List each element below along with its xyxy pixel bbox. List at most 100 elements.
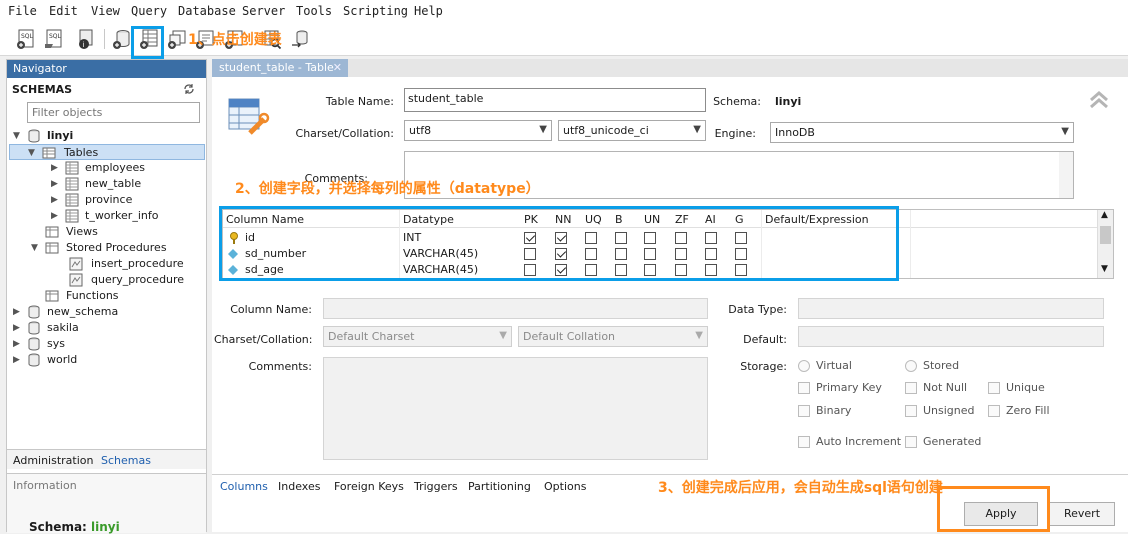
navigator-header: Navigator [7,60,206,78]
tree-label: Tables [64,146,99,159]
menu-help[interactable]: Help [414,4,443,18]
option-label: Auto Increment [816,435,902,448]
collapsed-arrow-icon[interactable]: ▶ [51,163,58,173]
tab-administration[interactable]: Administration [13,454,94,467]
data-type-label: Data Type: [728,303,787,316]
data-type-input[interactable] [798,298,1104,319]
tree-tables[interactable]: ▼ Tables [9,144,205,160]
option-label: Binary [816,404,852,417]
collapsed-arrow-icon[interactable]: ▶ [13,339,20,349]
tab-partitioning[interactable]: Partitioning [468,480,531,493]
default-collation-select[interactable]: Default Collation ▼ [518,326,708,347]
tab-foreign-keys[interactable]: Foreign Keys [334,480,404,493]
collapse-up-icon[interactable] [1088,89,1110,111]
collapsed-arrow-icon[interactable]: ▶ [13,307,20,317]
tree-views[interactable]: Views [11,224,201,240]
tree-procedure-insert[interactable]: insert_procedure [11,256,201,272]
detail-comments-label: Comments: [248,360,312,373]
create-table-highlight [131,26,164,59]
scroll-thumb[interactable] [1100,226,1111,244]
menu-file[interactable]: File [8,4,37,18]
inspector-icon[interactable]: i [74,27,98,51]
tree-table-employees[interactable]: ▶ employees [11,160,201,176]
navigator-panel: Navigator SCHEMAS ▼ linyi ▼ Tables ▶ emp… [6,59,207,534]
svg-text:SQL: SQL [49,33,62,40]
collation-select[interactable]: utf8_unicode_ci ▼ [558,120,706,141]
default-input[interactable] [798,326,1104,347]
filter-objects-input[interactable] [27,102,200,123]
tree-schema-world[interactable]: ▶ world [11,352,201,368]
charset-collation-label: Charset/Collation: [295,127,394,140]
charset-select[interactable]: utf8 ▼ [404,120,552,141]
tree-table-t-worker-info[interactable]: ▶ t_worker_info [11,208,201,224]
default-collation-value: Default Collation [523,330,616,343]
tree-functions[interactable]: Functions [11,288,201,304]
tree-label: sys [47,337,65,350]
views-folder-icon [45,226,59,238]
tree-table-new-table[interactable]: ▶ new_table [11,176,201,192]
tab-title: student_table - Table [219,61,334,74]
tab-triggers[interactable]: Triggers [414,480,458,493]
collapsed-arrow-icon[interactable]: ▶ [51,211,58,221]
chevron-down-icon: ▼ [1061,126,1069,137]
default-label: Default: [743,333,787,346]
tab-student-table[interactable]: student_table - Table ✕ [212,59,348,77]
information-panel: Information Schema: linyi [7,473,206,534]
option-label: Not Null [923,381,968,394]
menu-tools[interactable]: Tools [296,4,332,18]
tree-schema-new-schema[interactable]: ▶ new_schema [11,304,201,320]
schema-label: Schema: [713,95,761,108]
tree-label: world [47,353,78,366]
expanded-arrow-icon[interactable]: ▼ [31,243,38,253]
comments-scrollbar[interactable] [1059,152,1073,198]
column-name-input[interactable] [323,298,708,319]
tab-indexes[interactable]: Indexes [278,480,320,493]
tree-table-province[interactable]: ▶ province [11,192,201,208]
tree-label: employees [85,161,146,174]
collapsed-arrow-icon[interactable]: ▶ [13,355,20,365]
charset-value: utf8 [409,124,432,137]
tab-schemas[interactable]: Schemas [101,454,151,467]
tree-label: t_worker_info [85,209,159,222]
schemas-title: SCHEMAS [12,83,73,96]
close-icon[interactable]: ✕ [333,61,342,74]
expanded-arrow-icon[interactable]: ▼ [13,131,20,141]
default-charset-value: Default Charset [328,330,415,343]
grid-scrollbar[interactable]: ▲ ▼ [1097,210,1113,278]
menu-edit[interactable]: Edit [49,4,78,18]
revert-button[interactable]: Revert [1049,502,1115,526]
column-comments-textarea[interactable] [323,357,708,460]
reconnect-icon[interactable] [288,27,312,51]
create-view-icon[interactable] [165,27,189,51]
menu-server[interactable]: Server [242,4,285,18]
functions-folder-icon [45,290,59,302]
collapsed-arrow-icon[interactable]: ▶ [51,195,58,205]
default-charset-select[interactable]: Default Charset ▼ [323,326,512,347]
menu-database[interactable]: Database [178,4,236,18]
collapsed-arrow-icon[interactable]: ▶ [51,179,58,189]
tree-stored-procedures[interactable]: ▼ Stored Procedures [11,240,201,256]
chevron-down-icon: ▼ [539,124,547,135]
engine-value: InnoDB [775,126,815,139]
collapsed-arrow-icon[interactable]: ▶ [13,323,20,333]
svg-text:SQL: SQL [21,33,34,40]
engine-select[interactable]: InnoDB ▼ [770,122,1074,143]
tab-options[interactable]: Options [544,480,586,493]
menu-scripting[interactable]: Scripting [343,4,408,18]
menu-view[interactable]: View [91,4,120,18]
menu-query[interactable]: Query [131,4,167,18]
column-name-label: Column Name: [230,303,312,316]
tree-procedure-query[interactable]: query_procedure [11,272,201,288]
open-sql-script-icon[interactable]: SQL [42,27,66,51]
tree-schema-sys[interactable]: ▶ sys [11,336,201,352]
expanded-arrow-icon[interactable]: ▼ [28,148,35,158]
tree-schema-sakila[interactable]: ▶ sakila [11,320,201,336]
scroll-up-icon[interactable]: ▲ [1101,210,1108,220]
table-icon [65,193,79,207]
tab-columns[interactable]: Columns [220,480,268,493]
refresh-icon[interactable] [183,83,195,95]
new-sql-tab-icon[interactable]: SQL [14,27,38,51]
scroll-down-icon[interactable]: ▼ [1101,264,1108,274]
table-name-input[interactable]: student_table [404,88,706,112]
tree-schema-linyi[interactable]: ▼ linyi [11,128,201,144]
